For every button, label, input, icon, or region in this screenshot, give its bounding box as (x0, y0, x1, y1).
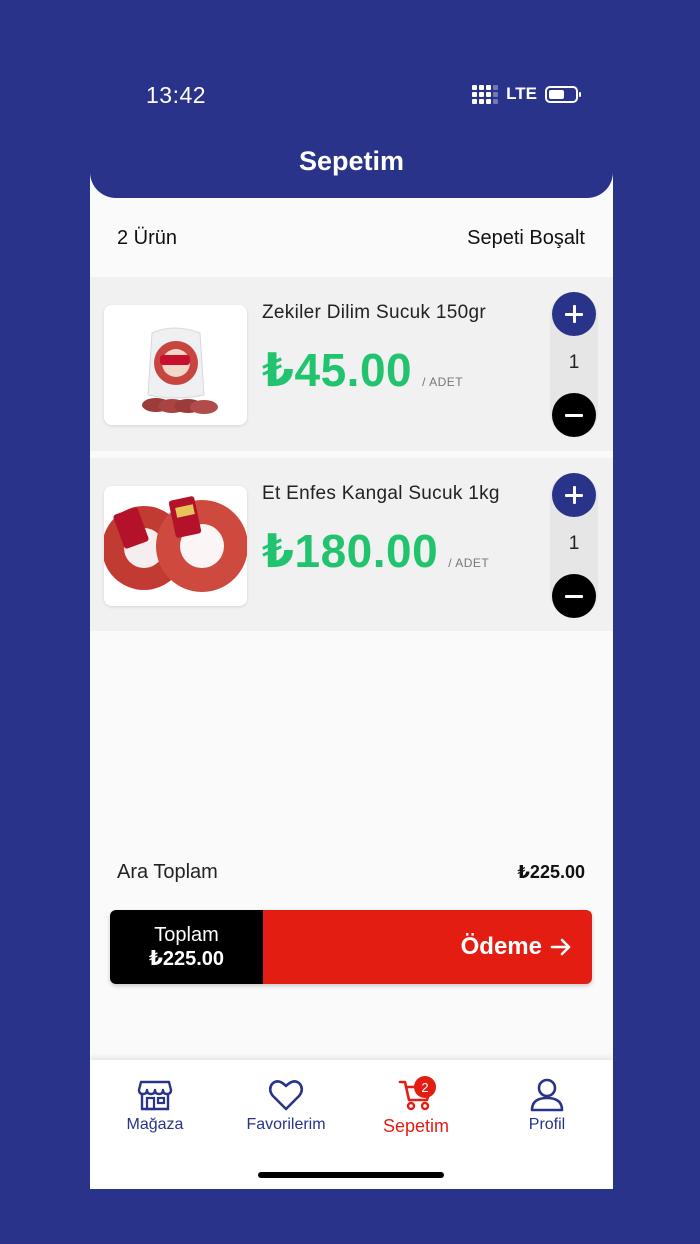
header: Sepetim (90, 140, 613, 198)
total-value: ₺225.00 (148, 948, 225, 970)
tab-label: Favorilerim (246, 1116, 326, 1133)
price-unit: / ADET (422, 375, 464, 389)
cart-item: Zekiler Dilim Sucuk 150gr ₺45.00 / ADET … (90, 277, 613, 451)
increase-quantity-button[interactable] (552, 473, 596, 517)
product-price: ₺180.00 (262, 525, 439, 577)
subtotal-value: ₺225.00 (517, 862, 585, 882)
status-time: 13:42 (146, 82, 207, 108)
cart-item: Et Enfes Kangal Sucuk 1kg ₺180.00 / ADET… (90, 458, 613, 631)
clear-cart-button[interactable]: Sepeti Boşalt (467, 227, 585, 250)
checkout-bar: Toplam ₺225.00 Ödeme (110, 910, 592, 984)
minus-icon (565, 594, 583, 598)
quantity-stepper: 1 (550, 473, 598, 618)
cart-summary: 2 Ürün Sepeti Boşalt (117, 227, 585, 250)
quantity-value: 1 (568, 352, 580, 373)
decrease-quantity-button[interactable] (552, 574, 596, 618)
quantity-value: 1 (568, 533, 580, 554)
tab-label: Mağaza (126, 1116, 184, 1133)
home-indicator (258, 1172, 444, 1178)
product-name: Zekiler Dilim Sucuk 150gr (262, 302, 486, 323)
cart-badge: 2 (414, 1076, 436, 1098)
heart-icon (268, 1080, 304, 1111)
item-count: 2 Ürün (117, 227, 178, 249)
product-price: ₺45.00 (262, 344, 413, 396)
status-bar: 13:42 LTE (0, 0, 700, 140)
user-icon (530, 1078, 564, 1112)
product-image[interactable] (104, 305, 247, 425)
tab-cart[interactable]: 2 Sepetim (361, 1076, 471, 1137)
tab-profile[interactable]: Profil (492, 1078, 602, 1134)
bottom-tab-bar: Mağaza Favorilerim 2 Sepetim Profil (90, 1060, 613, 1189)
page-title: Sepetim (298, 146, 405, 176)
total-box: Toplam ₺225.00 (110, 910, 263, 984)
tab-label: Profil (528, 1116, 566, 1133)
arrow-right-icon (550, 938, 571, 956)
minus-icon (565, 413, 583, 417)
checkout-button[interactable]: Ödeme (263, 910, 592, 984)
subtotal-label: Ara Toplam (117, 861, 218, 883)
total-label: Toplam (154, 924, 219, 946)
checkout-label: Ödeme (460, 933, 542, 960)
subtotal-row: Ara Toplam ₺225.00 (117, 861, 585, 884)
product-name: Et Enfes Kangal Sucuk 1kg (262, 483, 500, 504)
decrease-quantity-button[interactable] (552, 393, 596, 437)
price-unit: / ADET (448, 556, 490, 570)
tab-label: Sepetim (382, 1116, 450, 1136)
app-screen: Sepetim 2 Ürün Sepeti Boşalt Zekiler Dil… (90, 140, 613, 1189)
quantity-stepper: 1 (550, 292, 598, 437)
increase-quantity-button[interactable] (552, 292, 596, 336)
battery-icon (545, 85, 581, 103)
price-block: ₺45.00 / ADET (262, 343, 463, 397)
signal-icon (472, 84, 499, 104)
status-indicators: LTE (472, 84, 581, 104)
tab-store[interactable]: Mağaza (100, 1078, 210, 1134)
price-block: ₺180.00 / ADET (262, 524, 489, 578)
product-image[interactable] (104, 486, 247, 606)
network-label: LTE (506, 84, 537, 103)
tab-favorites[interactable]: Favorilerim (231, 1078, 341, 1134)
store-icon (137, 1080, 173, 1111)
